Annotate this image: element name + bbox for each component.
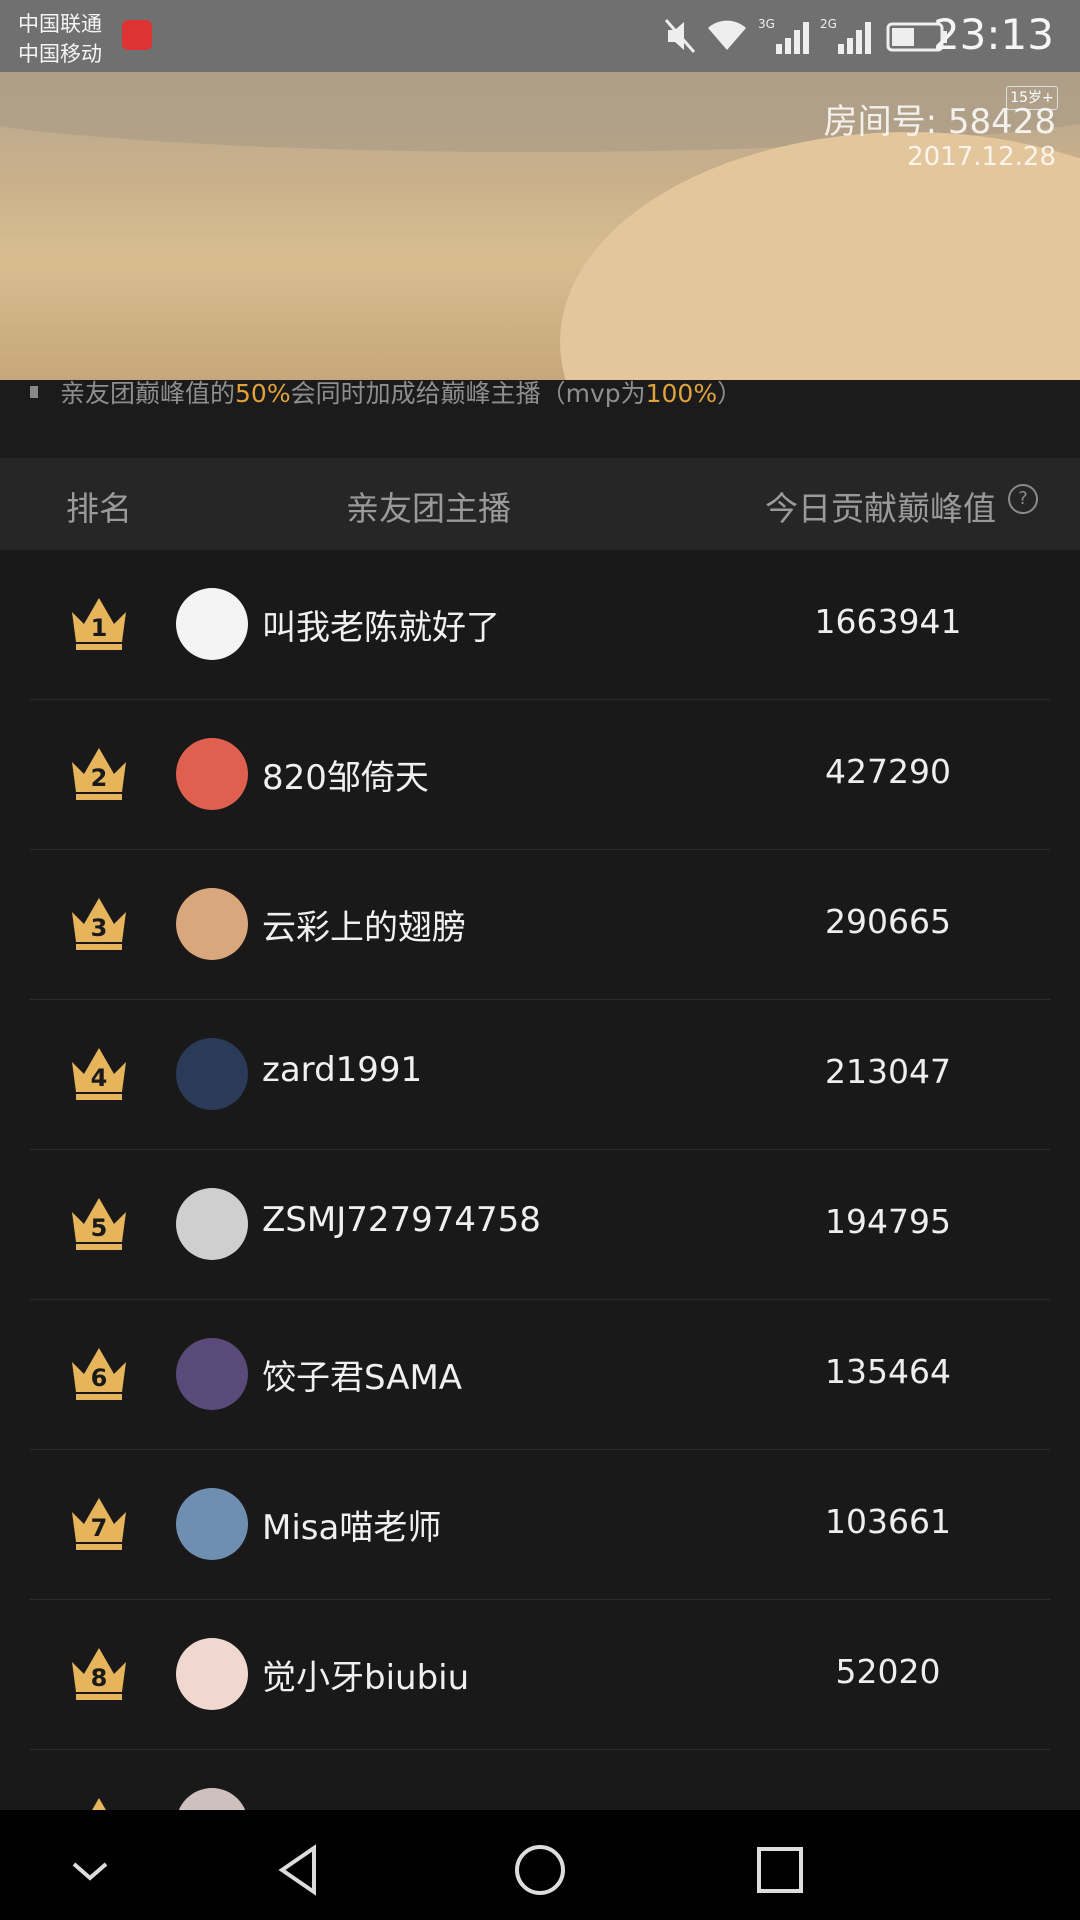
ranking-row[interactable]: 3 云彩上的翅膀 290665 xyxy=(0,850,1080,1000)
system-nav-bar xyxy=(0,1810,1080,1920)
ranking-row[interactable]: 1 叫我老陈就好了 1663941 xyxy=(0,550,1080,700)
peak-value: 1663941 xyxy=(814,602,962,641)
svg-text:3G: 3G xyxy=(758,17,775,31)
back-icon[interactable] xyxy=(270,1840,330,1900)
signal-3g-icon: 3G xyxy=(758,17,809,54)
ranking-row[interactable]: 2 820邹倚天 427290 xyxy=(0,700,1080,850)
peak-value: 52020 xyxy=(835,1652,941,1691)
peak-value: 194795 xyxy=(825,1202,951,1241)
peak-value: 213047 xyxy=(825,1052,951,1091)
rank-number: 7 xyxy=(90,1514,108,1542)
rank-number: 5 xyxy=(90,1214,108,1242)
rule-notice: 亲友团巅峰值的50%会同时加成给巅峰主播（mvp为100%） xyxy=(0,379,1080,458)
anchor-name[interactable]: ZSMJ727974758 xyxy=(262,1200,541,1240)
avatar[interactable] xyxy=(176,888,248,960)
peak-value: 135464 xyxy=(825,1352,951,1391)
avatar[interactable] xyxy=(176,1188,248,1260)
avatar[interactable] xyxy=(176,738,248,810)
ranking-row[interactable]: 7 Misa喵老师 103661 xyxy=(0,1450,1080,1600)
ranking-table-header: 排名 亲友团主播 今日贡献巅峰值 ? xyxy=(0,458,1080,550)
rank-number: 2 xyxy=(90,764,108,792)
peak-value: 290665 xyxy=(825,902,951,941)
carrier-label: 中国移动 xyxy=(18,42,102,66)
ranking-row[interactable]: 9 xyxy=(0,1750,1080,1810)
clock: 23:13 xyxy=(932,10,1054,59)
ranking-row[interactable]: 4 zard1991 213047 xyxy=(0,1000,1080,1150)
room-number: 房间号: 58428 xyxy=(823,102,1056,142)
avatar[interactable] xyxy=(176,1638,248,1710)
peak-value: 427290 xyxy=(825,752,951,791)
app-notification-icon xyxy=(122,20,152,50)
value-column-header: 今日贡献巅峰值 xyxy=(765,489,996,528)
anchor-name[interactable]: 云彩上的翅膀 xyxy=(262,900,466,949)
ranking-row[interactable]: 5 ZSMJ727974758 194795 xyxy=(0,1150,1080,1300)
rank-column-header: 排名 xyxy=(66,489,132,528)
rank-number: 3 xyxy=(90,914,108,942)
ranking-list[interactable]: 1 叫我老陈就好了 1663941 2 820邹倚天 427290 3 云彩上的翅膀 29066… xyxy=(0,550,1080,1810)
anchor-column-header: 亲友团主播 xyxy=(346,489,511,528)
mute-icon xyxy=(664,19,696,53)
home-icon[interactable] xyxy=(510,1840,570,1900)
anchor-name[interactable]: zard1991 xyxy=(262,1050,422,1090)
avatar[interactable] xyxy=(176,1338,248,1410)
help-icon[interactable]: ? xyxy=(1008,484,1038,514)
carrier-label: 中国联通 xyxy=(18,12,102,36)
anchor-name[interactable]: 饺子君SAMA xyxy=(262,1350,462,1399)
bullet-icon xyxy=(30,386,38,398)
avatar[interactable] xyxy=(176,1788,248,1810)
notice-text: 亲友团巅峰值的50%会同时加成给巅峰主播（mvp为100%） xyxy=(60,379,743,408)
avatar[interactable] xyxy=(176,588,248,660)
rank-number: 1 xyxy=(90,614,108,642)
anchor-name[interactable]: 820邹倚天 xyxy=(262,750,429,799)
stream-date: 2017.12.28 xyxy=(907,142,1056,172)
anchor-name[interactable]: 觉小牙biubiu xyxy=(262,1650,469,1699)
crown-icon xyxy=(92,1798,106,1810)
avatar[interactable] xyxy=(176,1038,248,1110)
video-player[interactable]: 15岁+ 房间号: 58428 2017.12.28 xyxy=(0,72,1080,380)
peak-value: 103661 xyxy=(825,1502,951,1541)
rank-number: 4 xyxy=(90,1064,108,1092)
rank-number: 6 xyxy=(90,1364,108,1392)
anchor-name[interactable]: Misa喵老师 xyxy=(262,1500,441,1549)
status-bar: 中国联通 中国移动 3G 2G 23:13 xyxy=(0,0,1080,72)
signal-2g-icon: 2G xyxy=(820,17,871,54)
rank-number: 8 xyxy=(90,1664,108,1692)
recents-icon[interactable] xyxy=(750,1840,810,1900)
ranking-row[interactable]: 6 饺子君SAMA 135464 xyxy=(0,1300,1080,1450)
chevron-down-icon[interactable] xyxy=(60,1840,120,1900)
wifi-icon xyxy=(708,20,746,50)
avatar[interactable] xyxy=(176,1488,248,1560)
anchor-name[interactable]: 叫我老陈就好了 xyxy=(262,600,500,649)
ranking-row[interactable]: 8 觉小牙biubiu 52020 xyxy=(0,1600,1080,1750)
svg-text:2G: 2G xyxy=(820,17,837,31)
